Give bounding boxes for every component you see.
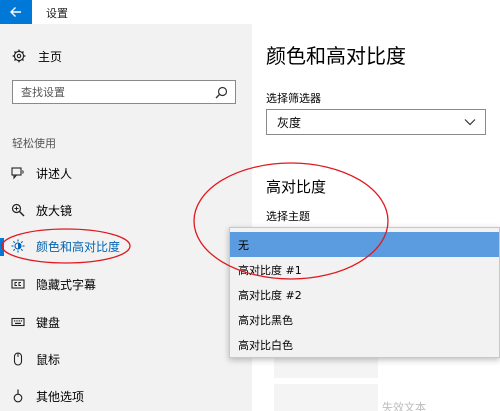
sidebar-item-label: 放大镜 bbox=[36, 203, 73, 218]
theme-option[interactable]: 无 bbox=[230, 232, 499, 257]
sidebar-item-closed-captions[interactable]: 隐藏式字幕 bbox=[0, 266, 252, 302]
gear-icon bbox=[12, 49, 26, 63]
search-icon[interactable] bbox=[215, 86, 228, 99]
theme-label: 选择主题 bbox=[266, 210, 310, 223]
theme-preview-card bbox=[274, 384, 378, 411]
theme-option[interactable]: 高对比度 #2 bbox=[230, 282, 499, 307]
mouse-icon bbox=[11, 352, 25, 366]
theme-preview-card bbox=[274, 356, 378, 378]
narrator-icon bbox=[11, 166, 25, 180]
other-options-icon bbox=[11, 389, 25, 403]
sidebar-item-label: 颜色和高对比度 bbox=[36, 239, 121, 254]
sidebar-item-keyboard[interactable]: 键盘 bbox=[0, 304, 252, 340]
active-indicator bbox=[0, 238, 4, 256]
sidebar-item-mouse[interactable]: 鼠标 bbox=[0, 341, 252, 377]
search-box[interactable] bbox=[12, 80, 236, 104]
theme-option[interactable]: 高对比白色 bbox=[230, 332, 499, 357]
sidebar-item-label: 其他选项 bbox=[36, 389, 85, 404]
sidebar-item-label: 隐藏式字幕 bbox=[36, 277, 97, 292]
back-arrow-icon bbox=[10, 7, 21, 17]
high-contrast-heading: 高对比度 bbox=[266, 178, 327, 196]
brightness-icon bbox=[11, 239, 25, 253]
chevron-down-icon bbox=[464, 119, 476, 126]
closed-caption-icon bbox=[11, 277, 25, 291]
back-button[interactable] bbox=[0, 0, 32, 24]
section-heading: 轻松使用 bbox=[12, 137, 56, 150]
filter-select[interactable]: 灰度 bbox=[266, 109, 486, 135]
sidebar-item-label: 鼠标 bbox=[36, 352, 61, 367]
filter-label: 选择筛选器 bbox=[266, 92, 321, 105]
search-input[interactable] bbox=[13, 82, 203, 102]
page-title: 颜色和高对比度 bbox=[266, 44, 406, 68]
filter-select-value: 灰度 bbox=[277, 115, 302, 130]
sidebar-item-magnifier[interactable]: 放大镜 bbox=[0, 192, 252, 228]
sidebar-item-home-label: 主页 bbox=[38, 49, 63, 64]
sidebar-item-label: 键盘 bbox=[36, 315, 61, 330]
magnifier-icon bbox=[11, 203, 25, 217]
sidebar-item-home[interactable]: 主页 bbox=[12, 46, 62, 66]
sidebar-item-color-contrast[interactable]: 颜色和高对比度 bbox=[0, 228, 252, 264]
keyboard-icon bbox=[11, 315, 25, 329]
sidebar-item-label: 讲述人 bbox=[36, 166, 73, 181]
theme-dropdown-list[interactable]: 无 高对比度 #1 高对比度 #2 高对比黑色 高对比白色 bbox=[229, 227, 500, 358]
title-bar: 设置 bbox=[0, 0, 500, 24]
theme-option[interactable]: 高对比黑色 bbox=[230, 307, 499, 332]
preview-disabled-text: 失效文本 bbox=[382, 401, 426, 411]
theme-option[interactable]: 高对比度 #1 bbox=[230, 257, 499, 282]
window-title: 设置 bbox=[46, 7, 68, 20]
sidebar-item-narrator[interactable]: 讲述人 bbox=[0, 155, 252, 191]
sidebar-item-other-options[interactable]: 其他选项 bbox=[0, 378, 252, 411]
